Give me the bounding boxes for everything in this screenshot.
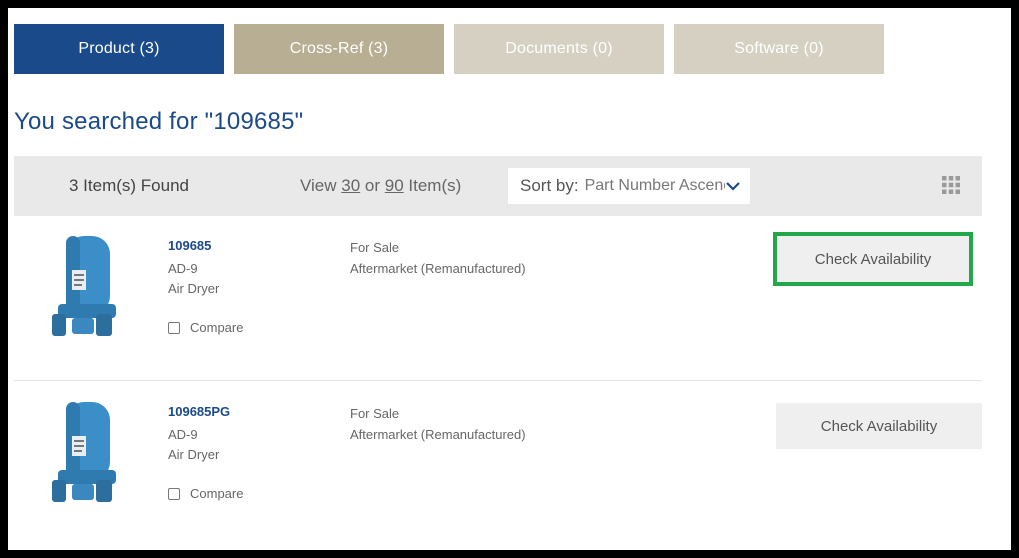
tab-documents[interactable]: Documents (0) (454, 24, 664, 74)
compare-checkbox[interactable] (168, 487, 180, 500)
result-tabs: Product (3) Cross-Ref (3) Documents (0) … (14, 24, 884, 74)
result-row: 109685 AD-9 Air Dryer Compare For Sale A… (14, 220, 982, 380)
view-suffix: Item(s) (403, 176, 462, 195)
part-description: Air Dryer (168, 447, 220, 462)
view-prefix: View (300, 176, 342, 195)
sort-value: Part Number Ascending (584, 177, 725, 194)
row-divider (14, 380, 982, 381)
compare-option: Compare (168, 486, 243, 501)
results-toolbar: 3 Item(s) Found View 30 or 90 Item(s) So… (14, 156, 982, 216)
check-availability-button[interactable]: Check Availability (776, 403, 982, 449)
view-count-selector: View 30 or 90 Item(s) (300, 176, 461, 196)
items-found-count: 3 Item(s) Found (69, 176, 189, 195)
sale-status: For Sale (350, 240, 400, 255)
part-condition: Aftermarket (Remanufactured) (350, 427, 526, 442)
part-number-link[interactable]: 109685PG (168, 404, 230, 419)
part-condition: Aftermarket (Remanufactured) (350, 261, 526, 276)
part-model: AD-9 (168, 261, 198, 276)
compare-label[interactable]: Compare (190, 486, 243, 501)
tab-cross-ref[interactable]: Cross-Ref (3) (234, 24, 444, 74)
compare-option: Compare (168, 320, 243, 335)
view-or: or (360, 176, 385, 195)
search-title: You searched for "109685" (14, 108, 304, 135)
part-description: Air Dryer (168, 281, 220, 296)
page-frame: Product (3) Cross-Ref (3) Documents (0) … (8, 8, 1011, 550)
air-dryer-product-image[interactable] (44, 398, 129, 513)
compare-label[interactable]: Compare (190, 320, 243, 335)
tab-software[interactable]: Software (0) (674, 24, 884, 74)
air-dryer-product-image[interactable] (44, 232, 129, 347)
compare-checkbox[interactable] (168, 321, 180, 334)
sort-label: Sort by: (520, 176, 579, 195)
view-90-link[interactable]: 90 (385, 176, 404, 195)
sort-dropdown[interactable]: Sort by: Part Number Ascending (508, 168, 750, 204)
check-availability-button[interactable]: Check Availability (773, 232, 973, 286)
result-row: 109685PG AD-9 Air Dryer Compare For Sale… (14, 386, 982, 546)
chevron-down-icon (726, 182, 740, 191)
view-30-link[interactable]: 30 (341, 176, 360, 195)
tab-product[interactable]: Product (3) (14, 24, 224, 74)
sale-status: For Sale (350, 406, 400, 421)
grid-view-icon[interactable] (942, 176, 960, 194)
part-model: AD-9 (168, 427, 198, 442)
part-number-link[interactable]: 109685 (168, 238, 211, 253)
